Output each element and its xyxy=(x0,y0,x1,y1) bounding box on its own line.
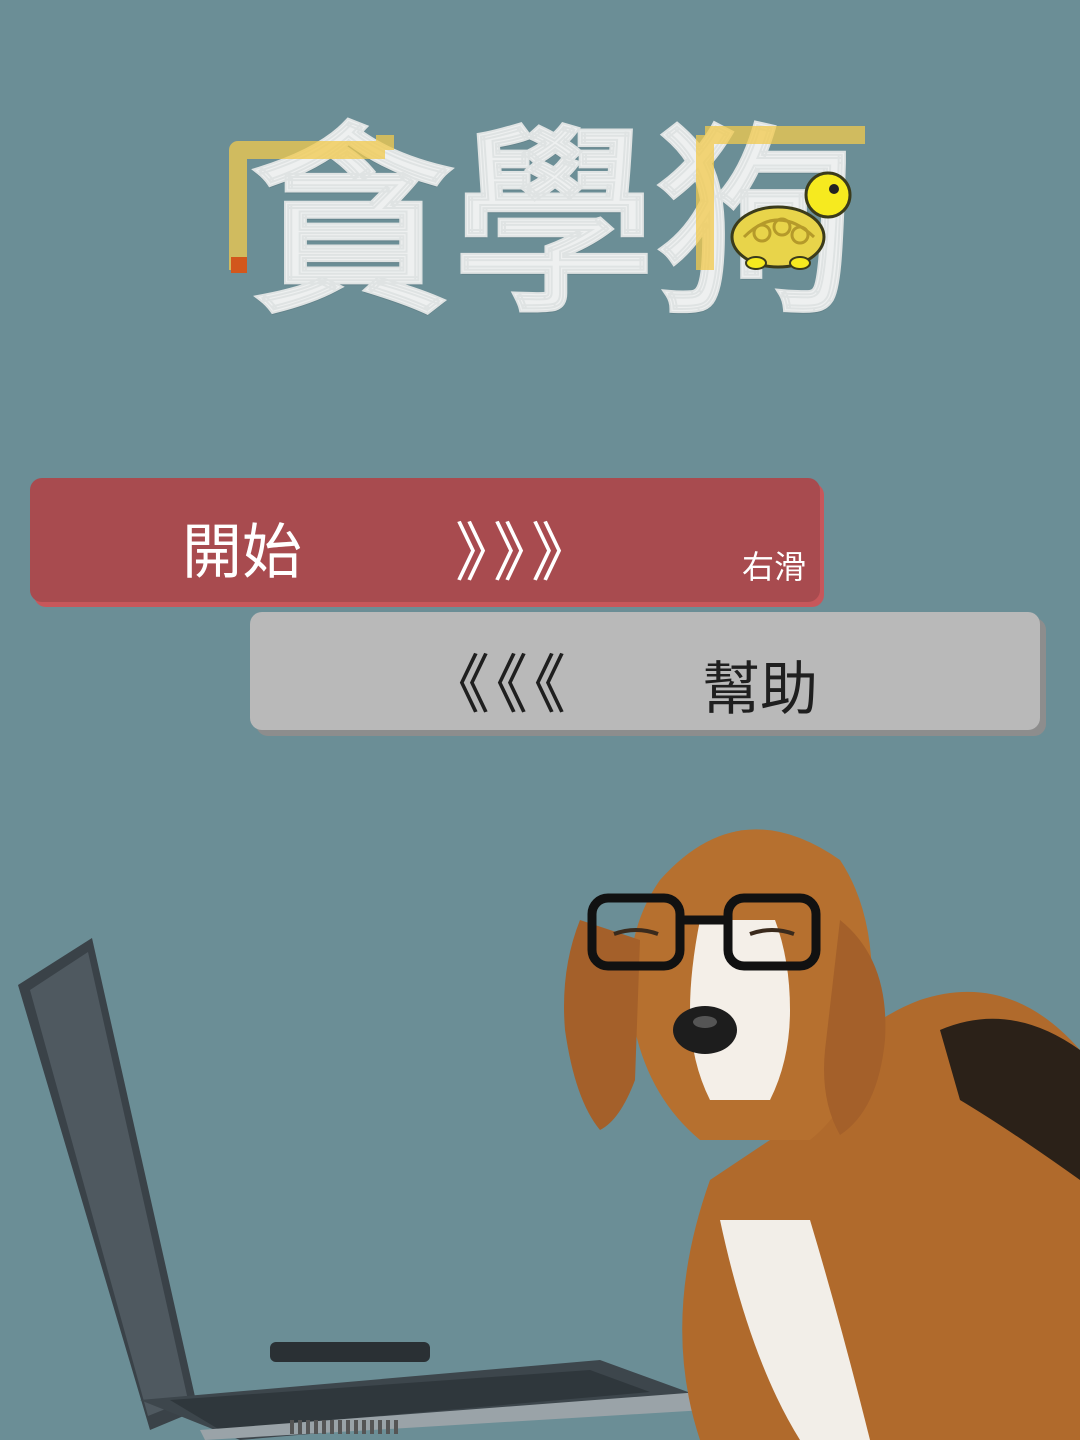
swipe-right-arrows: 》》》 xyxy=(455,517,601,591)
app-logo: 貪學狗 xyxy=(195,105,915,345)
start-label: 開始 xyxy=(182,518,302,588)
turtle-icon xyxy=(730,171,852,270)
swipe-right-hint: 右滑 xyxy=(741,548,806,586)
help-button[interactable]: 《《《 幫助 xyxy=(250,612,1040,730)
swipe-left-arrows: 《《《 xyxy=(426,649,572,723)
beagle-illustration xyxy=(564,829,1080,1440)
help-label: 幫助 xyxy=(702,655,819,723)
start-button[interactable]: 開始 》》》 右滑 xyxy=(30,478,820,602)
